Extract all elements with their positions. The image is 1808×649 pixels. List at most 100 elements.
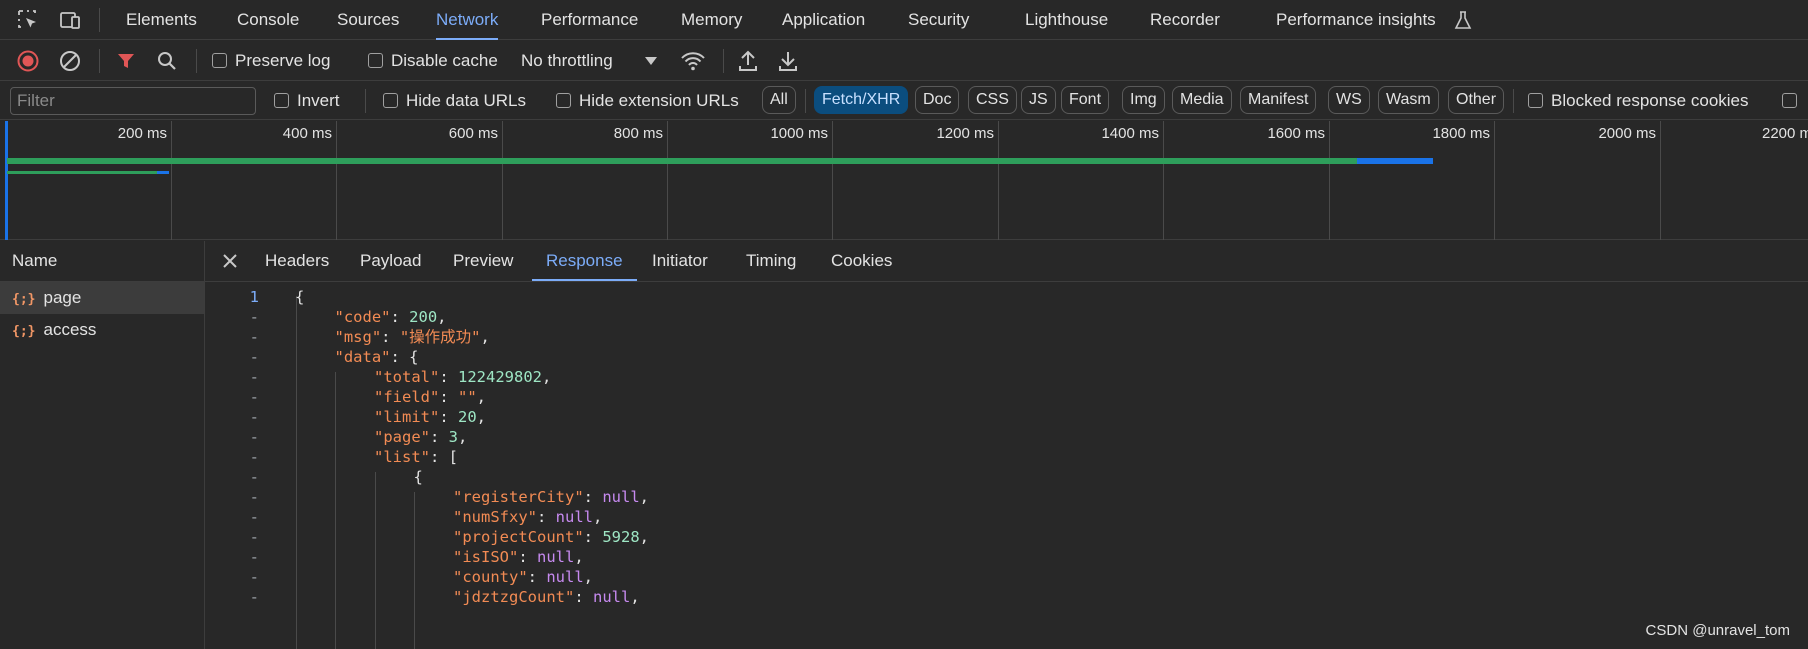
name-column-header[interactable]: Name bbox=[0, 241, 204, 282]
type-filter-font[interactable]: Font bbox=[1061, 86, 1110, 114]
tick-label: 1800 ms bbox=[1432, 125, 1490, 142]
checkbox-box[interactable] bbox=[368, 53, 383, 68]
divider bbox=[365, 89, 366, 113]
request-name: page bbox=[43, 288, 82, 307]
throttling-select[interactable]: No throttling bbox=[521, 41, 613, 81]
hide-extension-urls-checkbox[interactable]: Hide extension URLs bbox=[556, 82, 739, 120]
tick-line bbox=[667, 121, 668, 240]
tab-preview[interactable]: Preview bbox=[453, 241, 513, 281]
tick-line bbox=[1660, 121, 1661, 240]
tick-label: 400 ms bbox=[282, 125, 332, 142]
request-bar-page bbox=[7, 158, 1357, 164]
tick-line bbox=[502, 121, 503, 240]
tick-label: 1400 ms bbox=[1101, 125, 1159, 142]
tick-label: 200 ms bbox=[117, 125, 167, 142]
disable-cache-label: Disable cache bbox=[391, 51, 498, 70]
tab-network[interactable]: Network bbox=[436, 0, 499, 40]
checkbox-box[interactable] bbox=[1782, 93, 1797, 108]
request-detail-panel: Headers Payload Preview Response Initiat… bbox=[205, 241, 1808, 649]
tick-line bbox=[1329, 121, 1330, 240]
close-icon[interactable] bbox=[221, 252, 239, 270]
checkbox-box[interactable] bbox=[1528, 93, 1543, 108]
checkbox-box[interactable] bbox=[212, 53, 227, 68]
divider bbox=[99, 49, 100, 73]
request-row-page[interactable]: {;} page bbox=[0, 282, 204, 314]
type-filter-wasm[interactable]: Wasm bbox=[1378, 86, 1439, 114]
tab-memory[interactable]: Memory bbox=[681, 0, 742, 40]
type-filter-fetch-xhr[interactable]: Fetch/XHR bbox=[814, 86, 909, 114]
tick-label: 2200 ms bbox=[1762, 125, 1808, 142]
network-overview-timeline[interactable]: 200 ms 400 ms 600 ms 800 ms 1000 ms 1200… bbox=[0, 121, 1808, 240]
request-bar-access-download bbox=[157, 171, 169, 174]
type-filter-manifest[interactable]: Manifest bbox=[1240, 86, 1317, 114]
overview-window-handle[interactable] bbox=[5, 121, 8, 240]
filter-bar: Invert Hide data URLs Hide extension URL… bbox=[0, 82, 1808, 120]
tab-performance[interactable]: Performance bbox=[541, 0, 638, 40]
devtools-tabbar: Elements Console Sources Network Perform… bbox=[0, 0, 1808, 40]
tab-sources[interactable]: Sources bbox=[337, 0, 399, 40]
fetch-xhr-icon: {;} bbox=[12, 292, 36, 307]
filter-icon[interactable] bbox=[116, 51, 136, 71]
tab-headers[interactable]: Headers bbox=[265, 241, 329, 281]
tab-lighthouse[interactable]: Lighthouse bbox=[1025, 0, 1108, 40]
tab-timing[interactable]: Timing bbox=[746, 241, 796, 281]
type-filter-all[interactable]: All bbox=[762, 86, 796, 114]
fetch-xhr-icon: {;} bbox=[12, 324, 36, 339]
filter-input[interactable] bbox=[10, 87, 256, 115]
tab-initiator[interactable]: Initiator bbox=[652, 241, 708, 281]
tick-label: 1200 ms bbox=[936, 125, 994, 142]
tab-recorder[interactable]: Recorder bbox=[1150, 0, 1220, 40]
tick-label: 800 ms bbox=[613, 125, 663, 142]
code-line: - "jdztzgCount": null, bbox=[205, 586, 1808, 609]
inspect-element-icon[interactable] bbox=[16, 8, 40, 32]
experiment-flask-icon bbox=[1454, 10, 1472, 30]
tick-line bbox=[1494, 121, 1495, 240]
checkbox-box[interactable] bbox=[556, 93, 571, 108]
disable-cache-checkbox[interactable]: Disable cache bbox=[368, 41, 498, 81]
tab-performance-insights[interactable]: Performance insights bbox=[1276, 0, 1436, 40]
tick-line bbox=[171, 121, 172, 240]
request-row-access[interactable]: {;} access bbox=[0, 314, 204, 346]
import-har-icon[interactable] bbox=[737, 49, 759, 73]
line-number[interactable]: - bbox=[205, 586, 259, 609]
device-toolbar-icon[interactable] bbox=[58, 8, 82, 32]
tab-application[interactable]: Application bbox=[782, 0, 865, 40]
tick-label: 600 ms bbox=[448, 125, 498, 142]
invert-checkbox[interactable]: Invert bbox=[274, 82, 340, 120]
clear-icon[interactable] bbox=[59, 50, 81, 72]
request-bar-page-download bbox=[1357, 158, 1433, 164]
tab-elements[interactable]: Elements bbox=[126, 0, 197, 40]
type-filter-ws[interactable]: WS bbox=[1328, 86, 1370, 114]
search-icon[interactable] bbox=[157, 51, 177, 71]
third-party-checkbox[interactable] bbox=[1782, 82, 1805, 120]
tab-security[interactable]: Security bbox=[908, 0, 969, 40]
stop-recording-icon[interactable] bbox=[17, 50, 39, 72]
request-bar-access bbox=[7, 171, 157, 174]
divider bbox=[723, 49, 724, 73]
blocked-response-cookies-checkbox[interactable]: Blocked response cookies bbox=[1528, 82, 1749, 120]
tick-line bbox=[832, 121, 833, 240]
type-filter-js[interactable]: JS bbox=[1021, 86, 1056, 114]
tab-payload[interactable]: Payload bbox=[360, 241, 421, 281]
preserve-log-checkbox[interactable]: Preserve log bbox=[212, 41, 330, 81]
divider bbox=[1513, 89, 1514, 113]
type-filter-css[interactable]: CSS bbox=[968, 86, 1017, 114]
export-har-icon[interactable] bbox=[777, 49, 799, 73]
hide-extension-urls-label: Hide extension URLs bbox=[579, 91, 739, 110]
network-conditions-icon[interactable] bbox=[680, 49, 706, 73]
checkbox-box[interactable] bbox=[383, 93, 398, 108]
response-body-viewer[interactable]: 1{- "code": 200, - "msg": "操作成功", - "data": {… bbox=[205, 282, 1808, 649]
type-filter-other[interactable]: Other bbox=[1448, 86, 1505, 114]
tab-cookies[interactable]: Cookies bbox=[831, 241, 892, 281]
dropdown-arrow-icon[interactable] bbox=[644, 55, 658, 67]
tab-console[interactable]: Console bbox=[237, 0, 299, 40]
hide-data-urls-checkbox[interactable]: Hide data URLs bbox=[383, 82, 526, 120]
type-filter-media[interactable]: Media bbox=[1172, 86, 1232, 114]
preserve-log-label: Preserve log bbox=[235, 51, 331, 70]
divider bbox=[805, 89, 806, 113]
type-filter-img[interactable]: Img bbox=[1122, 86, 1165, 114]
checkbox-box[interactable] bbox=[274, 93, 289, 108]
type-filter-doc[interactable]: Doc bbox=[915, 86, 960, 114]
tab-response[interactable]: Response bbox=[532, 241, 637, 281]
network-toolbar: Preserve log Disable cache No throttling bbox=[0, 41, 1808, 81]
